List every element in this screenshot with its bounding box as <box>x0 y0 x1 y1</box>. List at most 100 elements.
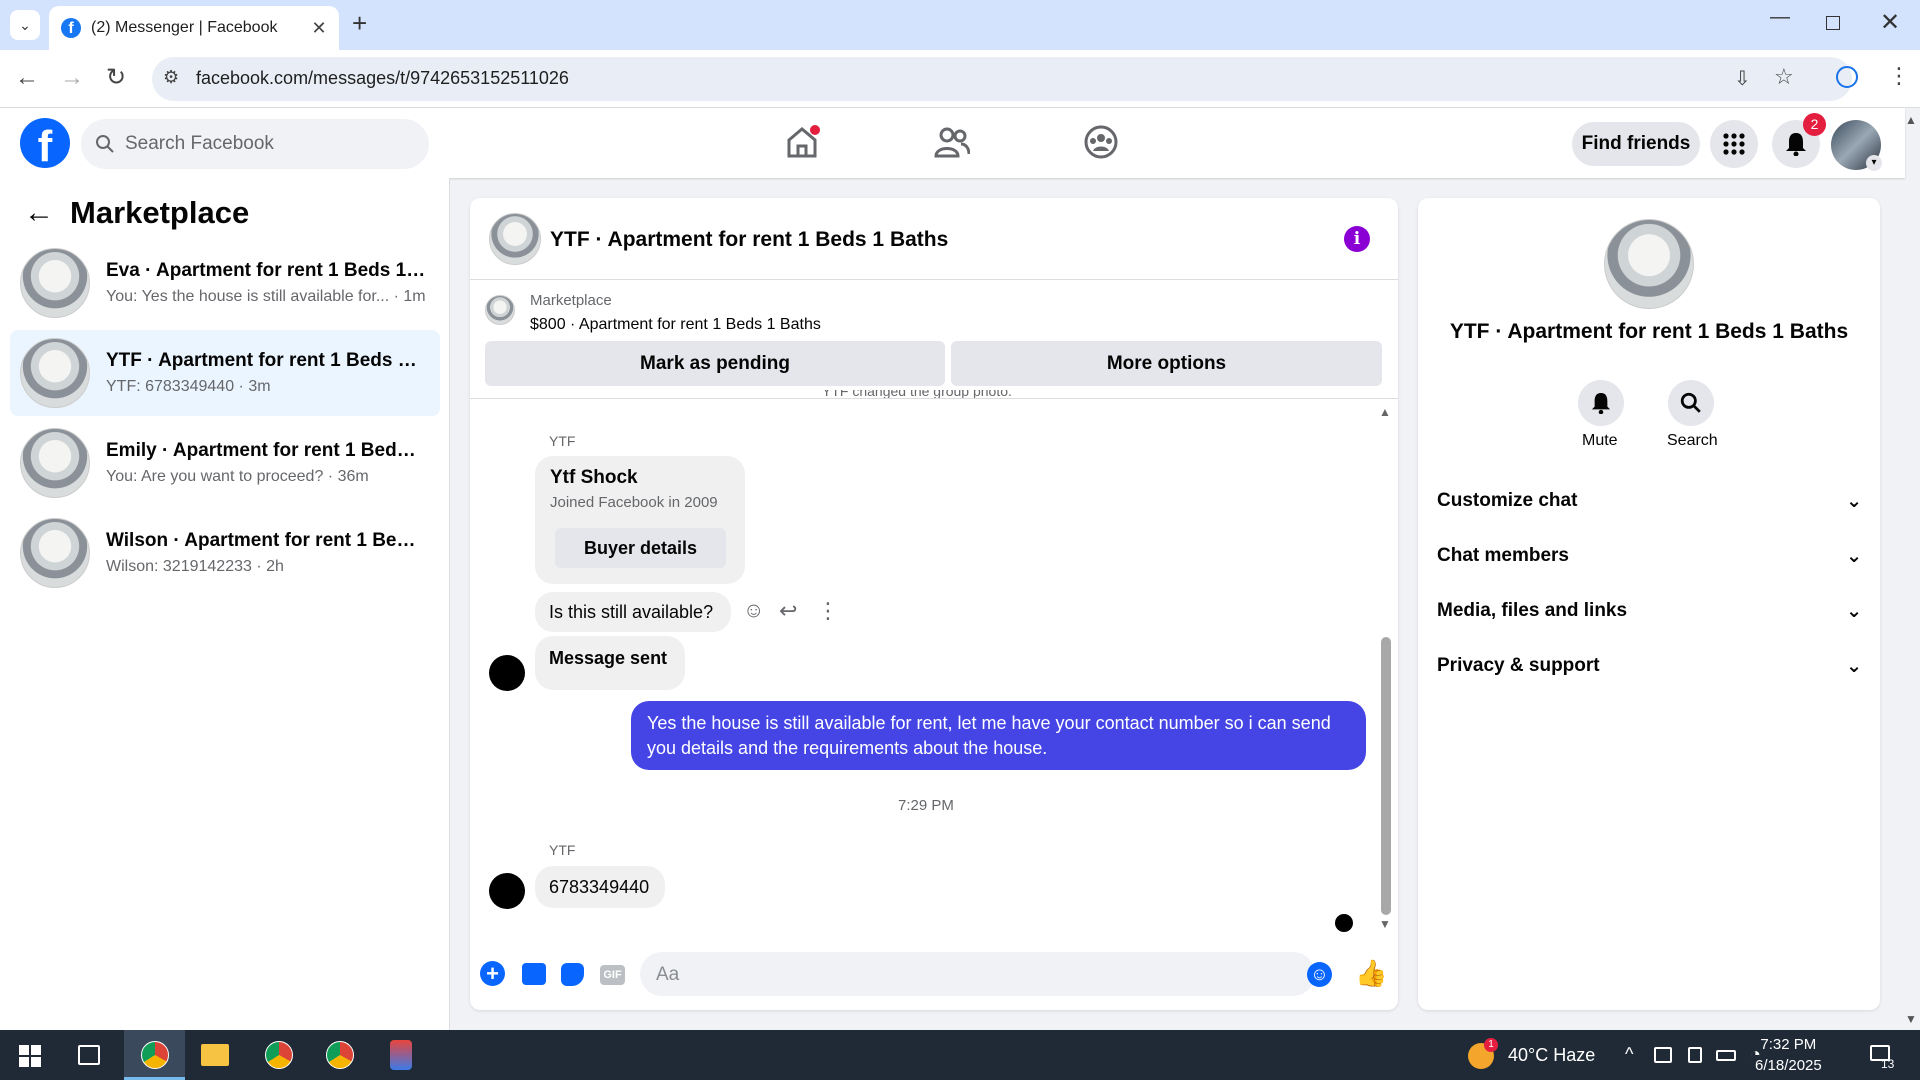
windows-start-icon[interactable] <box>19 1045 41 1067</box>
friends-icon[interactable] <box>934 124 970 160</box>
tray-app-icon[interactable] <box>1654 1047 1672 1063</box>
bookmark-star-icon[interactable]: ☆ <box>1774 64 1794 90</box>
listing-thumbnail <box>485 295 515 325</box>
menu-grid-button[interactable] <box>1710 120 1758 168</box>
message-timestamp: 7:29 PM <box>898 797 954 814</box>
chat-members-row[interactable]: Chat members ⌄ <box>1437 545 1862 568</box>
reload-icon[interactable]: ↻ <box>106 63 126 92</box>
file-explorer-icon[interactable] <box>201 1044 229 1066</box>
back-arrow-icon[interactable]: ← <box>24 196 54 230</box>
media-files-links-row[interactable]: Media, files and links ⌄ <box>1437 600 1862 623</box>
conversation-item[interactable]: Emily · Apartment for rent 1 Beds 1... Yo… <box>10 420 440 506</box>
chevron-down-icon: ⌄ <box>1846 546 1862 567</box>
new-tab-icon[interactable]: + <box>352 8 367 39</box>
conversation-snippet: You: Yes the house is still available fo… <box>106 288 426 305</box>
close-tab-icon[interactable]: ✕ <box>309 18 329 39</box>
snipping-tool-icon[interactable] <box>390 1040 412 1070</box>
scroll-up-arrow-icon[interactable]: ▲ <box>1379 405 1391 419</box>
restore-icon[interactable] <box>1826 16 1840 30</box>
photo-icon[interactable] <box>522 963 546 985</box>
close-window-icon[interactable]: ✕ <box>1880 8 1900 37</box>
message-input[interactable]: Aa <box>640 952 1315 996</box>
page-scroll-up-icon[interactable]: ▲ <box>1905 113 1917 127</box>
search-in-chat-button[interactable] <box>1668 380 1714 426</box>
conversation-item-active[interactable]: YTF · Apartment for rent 1 Beds 1 ... YTF… <box>10 330 440 416</box>
forward-icon[interactable]: → <box>60 64 84 92</box>
chat-thumbnail[interactable] <box>489 213 541 265</box>
time: 7:32 PM <box>1760 1036 1817 1053</box>
seen-indicator <box>1335 914 1353 932</box>
customize-chat-row[interactable]: Customize chat ⌄ <box>1437 490 1862 513</box>
site-info-icon[interactable]: ⚙ <box>163 67 179 88</box>
weather-text[interactable]: 40°C Haze <box>1508 1045 1595 1066</box>
search-icon <box>1680 392 1701 413</box>
tab-search-icon[interactable]: ⌄ <box>10 10 40 40</box>
section-label: Chat members <box>1437 545 1569 566</box>
divider <box>470 398 1398 399</box>
browser-menu-icon[interactable]: ⋮ <box>1888 63 1910 89</box>
add-icon[interactable]: + <box>480 961 505 986</box>
listing-thumbnail <box>20 338 90 408</box>
profile-joined: Joined Facebook in 2009 <box>550 494 718 511</box>
browser-tab[interactable]: f (2) Messenger | Facebook ✕ <box>49 6 339 50</box>
url-text[interactable]: facebook.com/messages/t/9742653152511026 <box>196 68 569 89</box>
install-app-icon[interactable]: ⇩ <box>1734 66 1751 91</box>
sender-avatar[interactable] <box>489 655 525 691</box>
like-thumb-icon[interactable]: 👍 <box>1355 958 1387 989</box>
tab-title: (2) Messenger | Facebook <box>91 19 278 36</box>
listing-thumbnail <box>20 248 90 318</box>
back-icon[interactable]: ← <box>15 64 39 92</box>
chevron-down-icon[interactable]: ▾ <box>1866 155 1882 171</box>
notification-count-badge: 13 <box>1881 1057 1895 1071</box>
message-text: 6783349440 <box>549 877 650 897</box>
chrome-profile-icon[interactable] <box>326 1041 354 1069</box>
groups-icon[interactable] <box>1083 124 1119 160</box>
buyer-details-button[interactable]: Buyer details <box>555 528 726 568</box>
conversation-name: Emily · Apartment for rent 1 Beds 1... <box>106 440 426 461</box>
tray-chevron-icon[interactable]: ^ <box>1625 1044 1633 1065</box>
facebook-favicon-icon: f <box>61 18 81 38</box>
message-text: Message sent <box>549 648 668 668</box>
sent-message-bubble[interactable]: Yes the house is still available for ren… <box>631 701 1366 770</box>
chat-title[interactable]: YTF · Apartment for rent 1 Beds 1 Baths <box>550 228 948 252</box>
chevron-down-icon: ⌄ <box>1846 601 1862 622</box>
profile-icon[interactable] <box>1836 66 1858 88</box>
chat-photo[interactable] <box>1604 219 1694 309</box>
sender-name: YTF <box>549 842 576 858</box>
page-scroll-down-icon[interactable]: ▼ <box>1905 1012 1917 1026</box>
chevron-down-icon: ⌄ <box>1846 656 1862 677</box>
conversation-item[interactable]: Eva · Apartment for rent 1 Beds 1 B... Yo… <box>10 240 440 326</box>
profile-name[interactable]: Ytf Shock <box>550 467 638 489</box>
find-friends-button[interactable]: Find friends <box>1572 122 1700 166</box>
reply-icon[interactable]: ↩ <box>779 598 797 624</box>
task-view-icon[interactable] <box>78 1045 100 1065</box>
scroll-down-arrow-icon[interactable]: ▼ <box>1379 917 1391 931</box>
mute-button[interactable] <box>1578 380 1624 426</box>
conversation-item[interactable]: Wilson · Apartment for rent 1 Beds... Wil… <box>10 510 440 596</box>
listing-thumbnail <box>20 518 90 588</box>
react-icon[interactable]: ☺ <box>743 599 764 623</box>
gif-icon[interactable]: GIF <box>600 965 625 985</box>
chat-scrollbar[interactable] <box>1381 637 1391 915</box>
emoji-icon[interactable]: ☺ <box>1307 962 1332 987</box>
info-icon[interactable]: i <box>1344 226 1370 252</box>
tray-device-icon[interactable] <box>1688 1047 1702 1063</box>
weather-badge: 1 <box>1484 1038 1498 1052</box>
message-text: Is this still available? <box>549 602 714 622</box>
clock[interactable]: 7:32 PM 6/18/2025 <box>1755 1034 1822 1076</box>
chrome-profile-icon[interactable] <box>265 1041 293 1069</box>
battery-icon[interactable] <box>1716 1050 1736 1061</box>
minimize-icon[interactable]: — <box>1770 6 1790 29</box>
privacy-support-row[interactable]: Privacy & support ⌄ <box>1437 655 1862 678</box>
mark-as-pending-button[interactable]: Mark as pending <box>485 341 945 386</box>
home-icon[interactable] <box>784 124 820 160</box>
facebook-logo[interactable]: f <box>20 118 70 168</box>
system-note: YTF changed the group photo. <box>822 390 1012 398</box>
listing-title[interactable]: $800 · Apartment for rent 1 Beds 1 Baths <box>530 316 821 334</box>
more-options-button[interactable]: More options <box>951 341 1382 386</box>
facebook-search[interactable]: Search Facebook <box>81 119 429 169</box>
sidebar-title: Marketplace <box>70 195 250 230</box>
more-actions-icon[interactable]: ⋮ <box>817 598 839 624</box>
sender-avatar[interactable] <box>489 873 525 909</box>
conversation-name: YTF · Apartment for rent 1 Beds 1 ... <box>106 350 426 371</box>
